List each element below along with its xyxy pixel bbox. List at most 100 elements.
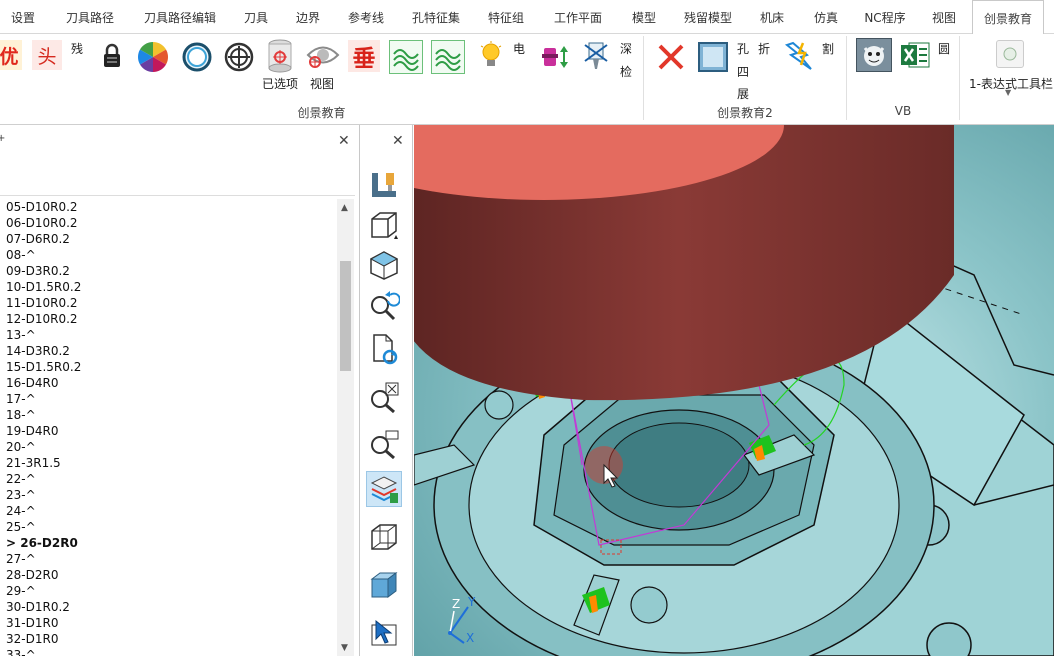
3d-viewport[interactable]: Z Y X (414, 125, 1054, 656)
lock-icon[interactable] (98, 42, 126, 70)
tab-chuangjing-edu[interactable]: 创景教育 (972, 0, 1044, 35)
tab-toolpaths[interactable]: 刀具路径 (60, 0, 120, 34)
tool-list-item[interactable]: 33-^ (0, 647, 336, 656)
tool-list-item[interactable]: 05-D10R0.2 (0, 199, 336, 215)
wireframe-cube-icon[interactable] (366, 519, 402, 555)
color-wheel-icon[interactable] (136, 40, 170, 74)
group-separator (959, 36, 960, 120)
zhe-button[interactable]: 折 (758, 40, 770, 57)
top-view-icon[interactable] (366, 247, 402, 283)
tool-list-item[interactable]: > 26-D2R0 (0, 535, 336, 551)
tab-hole-features[interactable]: 孔特征集 (406, 0, 466, 34)
document-refresh-icon[interactable] (366, 331, 402, 367)
kong-button[interactable]: 孔 (737, 40, 749, 57)
face-icon[interactable] (856, 38, 892, 72)
tab-feature-groups[interactable]: 特征组 (482, 0, 530, 34)
model-render (414, 125, 1054, 656)
crosshair-circle-icon[interactable] (222, 40, 256, 74)
tool-list-item[interactable]: 14-D3R0.2 (0, 343, 336, 359)
tool-list-item[interactable]: 22-^ (0, 471, 336, 487)
tool-list-item[interactable]: 13-^ (0, 327, 336, 343)
tool-list-item[interactable]: 30-D1R0.2 (0, 599, 336, 615)
tool-list-item[interactable]: 29-^ (0, 583, 336, 599)
wireframe-box-icon[interactable] (366, 207, 402, 243)
tab-reference-curves[interactable]: 参考线 (342, 0, 390, 34)
tool-list-item[interactable]: 28-D2R0 (0, 567, 336, 583)
wave-surface-2-icon[interactable] (431, 40, 465, 74)
tool-list[interactable]: 05-D10R0.2 06-D10R0.2 07-D6R0.2 08-^ 09-D3R0… (0, 199, 336, 656)
tool-list-item[interactable]: 18-^ (0, 407, 336, 423)
ge-button[interactable]: 割 (822, 40, 834, 57)
tab-boundaries[interactable]: 边界 (290, 0, 326, 34)
close-icon[interactable]: ✕ (338, 133, 350, 149)
tool-list-item[interactable]: 27-^ (0, 551, 336, 567)
tab-workplanes[interactable]: 工作平面 (548, 0, 608, 34)
tool-list-item[interactable]: 09-D3R0.2 (0, 263, 336, 279)
tab-tools[interactable]: 刀具 (238, 0, 274, 34)
tool-list-item[interactable]: 23-^ (0, 487, 336, 503)
tab-simulation[interactable]: 仿真 (806, 0, 846, 34)
tool-crossed-icon[interactable] (580, 40, 614, 74)
expression-toolbar-icon[interactable] (996, 40, 1024, 68)
tool-list-item[interactable]: 12-D10R0.2 (0, 311, 336, 327)
square-frame-icon[interactable] (696, 40, 730, 74)
zoom-extents-icon[interactable] (366, 379, 402, 415)
chui-icon-button[interactable]: 垂 (348, 40, 380, 72)
excel-icon[interactable] (898, 38, 932, 72)
wave-surface-icon[interactable] (389, 40, 423, 74)
pin-icon[interactable]: + (0, 133, 5, 144)
tab-nc-programs[interactable]: NC程序 (860, 0, 910, 34)
cylinder-target-icon[interactable] (266, 38, 294, 74)
probe-arrows-icon[interactable] (538, 42, 572, 72)
tool-list-item[interactable]: 21-3R1.5 (0, 455, 336, 471)
scrollbar-thumb[interactable] (340, 261, 351, 371)
shen-button[interactable]: 深 (620, 40, 632, 57)
chevron-down-icon[interactable]: ▼ (1005, 88, 1011, 97)
tool-list-item[interactable]: 24-^ (0, 503, 336, 519)
lightbulb-icon[interactable] (478, 40, 504, 72)
zhan-button[interactable]: 展 (737, 85, 749, 102)
tool-list-item[interactable]: 17-^ (0, 391, 336, 407)
yuan-button[interactable]: 圆 (938, 40, 950, 57)
view-button[interactable]: 视图 (310, 75, 334, 92)
eye-icon[interactable] (306, 40, 340, 70)
tab-view[interactable]: 视图 (926, 0, 962, 34)
can-button[interactable]: 残 (71, 40, 83, 57)
tool-list-item[interactable]: 07-D6R0.2 (0, 231, 336, 247)
tool-list-item[interactable]: 19-D4R0 (0, 423, 336, 439)
select-pointer-icon[interactable] (366, 615, 402, 651)
lightning-star-icon[interactable] (782, 38, 818, 74)
scrollbar[interactable]: ▲ ▼ (337, 199, 354, 656)
tab-stock-models[interactable]: 残留模型 (678, 0, 738, 34)
tab-machine[interactable]: 机床 (754, 0, 790, 34)
tool-list-item[interactable]: 06-D10R0.2 (0, 215, 336, 231)
tab-models[interactable]: 模型 (624, 0, 664, 34)
tool-list-item[interactable]: 15-D1.5R0.2 (0, 359, 336, 375)
tool-list-item[interactable]: 31-D1R0 (0, 615, 336, 631)
jian-button[interactable]: 检 (620, 63, 632, 80)
dian-button[interactable]: 电 (513, 40, 525, 57)
tool-position-icon[interactable] (366, 167, 402, 203)
delete-x-icon[interactable] (654, 40, 688, 74)
tab-settings[interactable]: 设置 (6, 0, 40, 34)
tool-list-item[interactable]: 25-^ (0, 519, 336, 535)
tou-icon-button[interactable]: 头 (32, 40, 62, 70)
tool-list-item[interactable]: 11-D10R0.2 (0, 295, 336, 311)
tool-list-item[interactable]: 16-D4R0 (0, 375, 336, 391)
zoom-rotate-icon[interactable] (366, 287, 402, 323)
close-icon[interactable]: ✕ (392, 133, 404, 149)
tool-list-item[interactable]: 20-^ (0, 439, 336, 455)
tool-list-item[interactable]: 08-^ (0, 247, 336, 263)
zoom-window-icon[interactable] (366, 425, 402, 461)
si-button[interactable]: 四 (737, 63, 749, 80)
scroll-down-icon[interactable]: ▼ (341, 643, 348, 653)
tool-list-item[interactable]: 10-D1.5R0.2 (0, 279, 336, 295)
shaded-cube-icon[interactable] (366, 567, 402, 603)
ring-icon[interactable] (180, 40, 214, 74)
tool-list-item[interactable]: 32-D1R0 (0, 631, 336, 647)
scroll-up-icon[interactable]: ▲ (341, 203, 348, 213)
tab-toolpath-edit[interactable]: 刀具路径编辑 (138, 0, 222, 34)
you-icon-button[interactable]: 优 (0, 40, 22, 70)
shaded-layers-icon[interactable] (366, 471, 402, 507)
selected-items-button[interactable]: 已选项 (262, 75, 298, 92)
